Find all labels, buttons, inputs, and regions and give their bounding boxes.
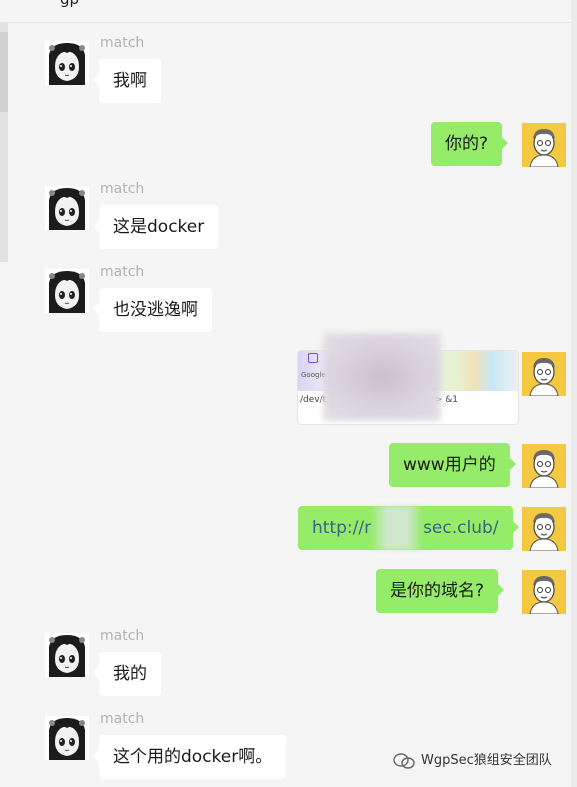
home-icon: [308, 353, 318, 363]
redaction-blur: [323, 333, 441, 421]
outgoing-message-bubble[interactable]: www用户的: [389, 443, 516, 487]
man-avatar-icon: [522, 444, 566, 488]
window-title-bar: gp: [0, 0, 577, 23]
watermark-text: WgpSec狼组安全团队: [421, 753, 552, 768]
man-avatar-icon: [522, 570, 566, 614]
self-avatar[interactable]: [522, 570, 566, 614]
self-avatar[interactable]: [522, 352, 566, 396]
incoming-message-bubble[interactable]: 我的: [93, 652, 161, 696]
screenshot-google-text: Google: [301, 371, 326, 379]
sender-name: match: [100, 35, 145, 51]
girl-avatar-icon: [45, 269, 89, 313]
outgoing-link-bubble[interactable]: http://r sec.club/: [298, 506, 519, 550]
self-avatar[interactable]: [522, 507, 566, 551]
man-avatar-icon: [522, 352, 566, 396]
incoming-message-bubble[interactable]: 这是docker: [92, 205, 219, 249]
sender-name: match: [100, 181, 145, 197]
self-avatar[interactable]: [522, 444, 566, 488]
girl-avatar-icon: [45, 716, 89, 760]
outgoing-message-bubble[interactable]: 你的?: [431, 122, 509, 166]
link-text-start[interactable]: http://r: [312, 518, 371, 538]
wechat-logo-icon: [393, 752, 415, 769]
self-avatar[interactable]: [522, 123, 566, 167]
contact-avatar[interactable]: [45, 633, 89, 677]
chat-scrollbar[interactable]: [571, 0, 577, 787]
sender-name: match: [100, 628, 145, 644]
man-avatar-icon: [522, 123, 566, 167]
contact-avatar[interactable]: [45, 186, 89, 230]
incoming-message-bubble[interactable]: 这个用的docker啊。: [92, 735, 287, 779]
wechat-watermark: WgpSec狼组安全团队: [393, 749, 552, 773]
incoming-message-bubble[interactable]: 我啊: [93, 59, 161, 103]
girl-avatar-icon: [45, 633, 89, 677]
link-redaction: [371, 506, 424, 550]
man-avatar-icon: [522, 507, 566, 551]
contact-avatar[interactable]: [45, 41, 89, 85]
sender-name: match: [100, 264, 145, 280]
contact-avatar[interactable]: [45, 716, 89, 760]
left-scroll-thumb[interactable]: [0, 32, 8, 112]
contact-avatar[interactable]: [45, 269, 89, 313]
girl-avatar-icon: [45, 41, 89, 85]
link-text-end[interactable]: sec.club/: [423, 518, 498, 538]
outgoing-message-bubble[interactable]: 是你的域名?: [376, 569, 505, 613]
left-panel-scrollbar[interactable]: [0, 22, 8, 262]
incoming-message-bubble[interactable]: 也没逃逸啊: [93, 288, 212, 332]
window-title-fragment: gp: [60, 0, 79, 8]
sender-name: match: [100, 711, 145, 727]
girl-avatar-icon: [45, 186, 89, 230]
